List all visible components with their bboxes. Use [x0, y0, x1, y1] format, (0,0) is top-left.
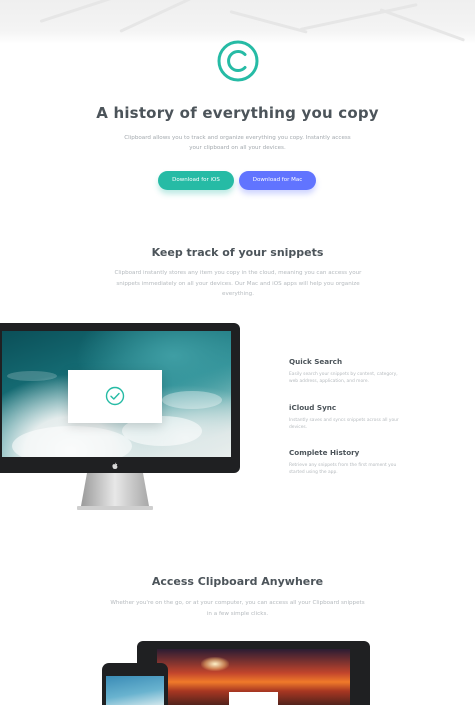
feature-title-quick-search: Quick Search: [289, 357, 343, 366]
access-section-description: Whether you're on the go, or at your com…: [110, 600, 365, 617]
feature-title-complete-history: Complete History: [289, 448, 360, 457]
copyright-logo-icon: [217, 40, 259, 82]
access-section-title: Access Clipboard Anywhere: [151, 575, 324, 588]
feature-text-icloud-sync: Instantly saves and syncs snippets acros…: [289, 418, 399, 430]
feature-text-quick-search: Easily search your snippets by content, …: [289, 372, 398, 384]
hero-background-image: [0, 0, 475, 44]
snippets-section-description: Clipboard instantly stores any item you …: [114, 270, 362, 297]
monitor-stand: [77, 473, 153, 510]
feature-title-icloud-sync: iCloud Sync: [289, 403, 337, 412]
check-circle-icon: [105, 386, 125, 406]
apple-logo-icon: [112, 462, 118, 469]
snippets-section-title: Keep track of your snippets: [151, 246, 324, 259]
hero-description: Clipboard allows you to track and organi…: [124, 135, 351, 151]
download-mac-button[interactable]: Download for Mac: [239, 171, 316, 190]
tablet-screen-image: [106, 676, 164, 705]
feature-text-complete-history: Retrieve any snippets from the first mom…: [289, 463, 397, 475]
download-ios-button[interactable]: Download for iOS: [158, 171, 234, 190]
hero-title: A history of everything you copy: [96, 104, 379, 122]
laptop-screen-card: [229, 692, 278, 705]
